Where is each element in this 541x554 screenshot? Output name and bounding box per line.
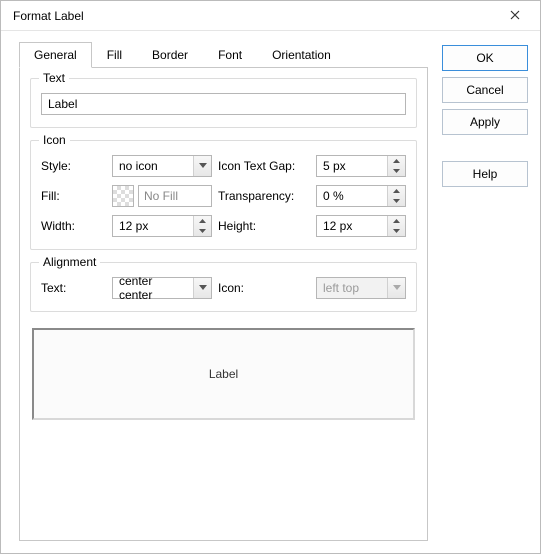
tab-panel-general: Text Icon Style: no icon Icon Text Gap: … (19, 68, 428, 541)
style-combo[interactable]: no icon (112, 155, 212, 177)
chevron-down-icon (193, 278, 211, 298)
transparency-spinner[interactable]: 0 % (316, 185, 406, 207)
dialog-body: General Fill Border Font Orientation Tex… (1, 31, 540, 553)
height-label: Height: (218, 219, 310, 233)
align-text-value: center center (113, 274, 193, 302)
height-spinner-value: 12 px (317, 219, 387, 233)
tab-fill[interactable]: Fill (92, 42, 137, 68)
apply-button[interactable]: Apply (442, 109, 528, 135)
width-spinner[interactable]: 12 px (112, 215, 212, 237)
group-text-legend: Text (39, 71, 69, 85)
group-alignment-legend: Alignment (39, 255, 100, 269)
tab-border[interactable]: Border (137, 42, 203, 68)
width-label: Width: (41, 219, 106, 233)
spinner-arrows-icon (387, 216, 405, 236)
height-spinner[interactable]: 12 px (316, 215, 406, 237)
text-input[interactable] (41, 93, 406, 115)
spinner-arrows-icon (387, 156, 405, 176)
titlebar: Format Label (1, 1, 540, 31)
gap-label: Icon Text Gap: (218, 159, 310, 173)
tab-bar: General Fill Border Font Orientation (19, 41, 428, 68)
tab-general[interactable]: General (19, 42, 92, 68)
style-label: Style: (41, 159, 106, 173)
group-icon-legend: Icon (39, 133, 70, 147)
chevron-down-icon (193, 156, 211, 176)
chevron-down-icon (387, 278, 405, 298)
side-buttons: OK Cancel Apply Help (442, 41, 528, 541)
main-column: General Fill Border Font Orientation Tex… (13, 41, 428, 541)
spinner-arrows-icon (193, 216, 211, 236)
gap-spinner-value: 5 px (317, 159, 387, 173)
align-text-label: Text: (41, 281, 106, 295)
preview-text: Label (209, 367, 238, 381)
gap-spinner[interactable]: 5 px (316, 155, 406, 177)
transparency-label: Transparency: (218, 189, 310, 203)
width-spinner-value: 12 px (113, 219, 193, 233)
dialog-title: Format Label (13, 9, 84, 23)
help-button[interactable]: Help (442, 161, 528, 187)
cancel-button[interactable]: Cancel (442, 77, 528, 103)
fill-display[interactable]: No Fill (138, 185, 212, 207)
group-alignment: Alignment Text: center center Icon: left… (30, 262, 417, 312)
align-icon-combo: left top (316, 277, 406, 299)
group-icon: Icon Style: no icon Icon Text Gap: 5 px (30, 140, 417, 250)
style-combo-value: no icon (113, 159, 193, 173)
close-button[interactable] (500, 1, 530, 31)
align-icon-label: Icon: (218, 281, 310, 295)
tab-orientation[interactable]: Orientation (257, 42, 346, 68)
align-icon-value: left top (317, 281, 387, 295)
tab-font[interactable]: Font (203, 42, 257, 68)
align-text-combo[interactable]: center center (112, 277, 212, 299)
transparency-spinner-value: 0 % (317, 189, 387, 203)
preview-area: Label (32, 328, 415, 420)
group-text: Text (30, 78, 417, 128)
dialog-window: Format Label General Fill Border Font Or… (0, 0, 541, 554)
ok-button[interactable]: OK (442, 45, 528, 71)
fill-label: Fill: (41, 189, 106, 203)
fill-cell: No Fill (112, 185, 212, 207)
fill-swatch[interactable] (112, 185, 134, 207)
close-icon (510, 9, 520, 23)
spinner-arrows-icon (387, 186, 405, 206)
